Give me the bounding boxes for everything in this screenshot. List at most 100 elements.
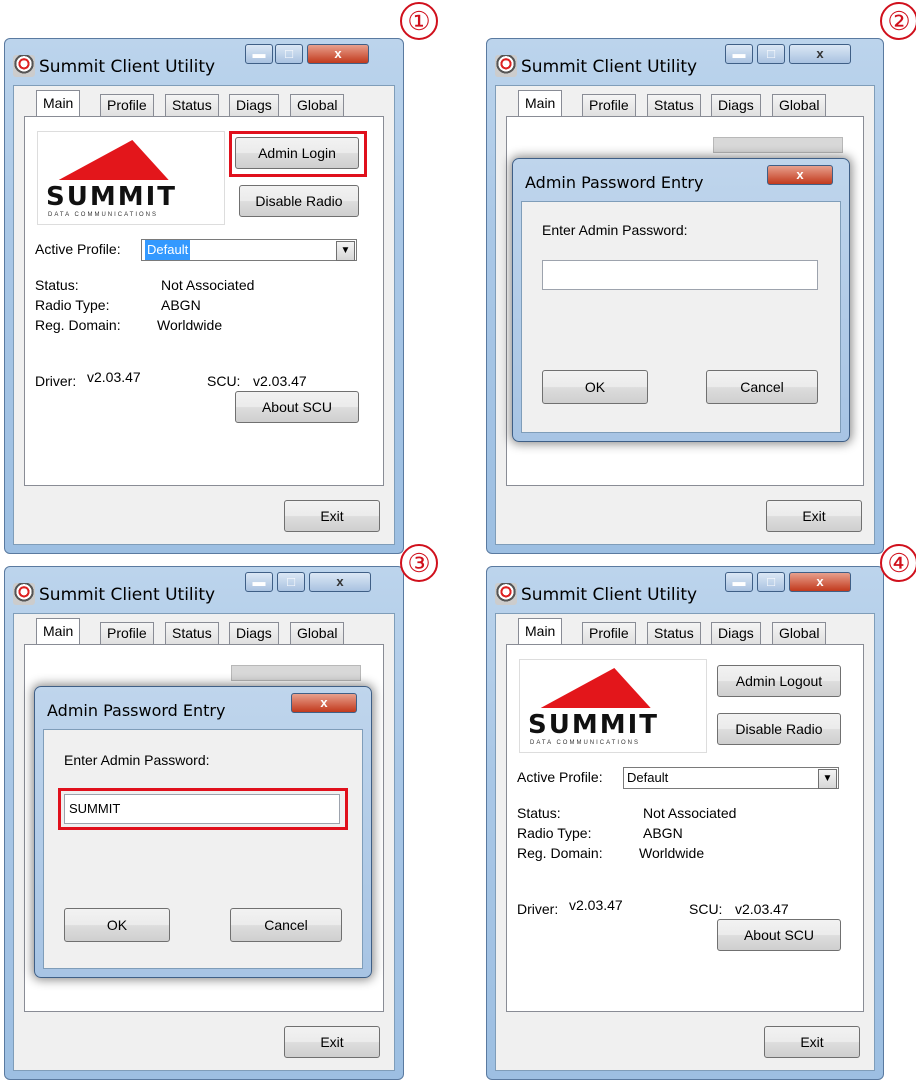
tab-diags[interactable]: Diags	[711, 622, 761, 644]
exit-button[interactable]: Exit	[764, 1026, 860, 1058]
minimize-button[interactable]: ▬	[245, 572, 273, 592]
tab-status[interactable]: Status	[165, 94, 219, 116]
dialog-close-button[interactable]: x	[767, 165, 833, 185]
panel-step-1: Summit Client Utility ▬ □ x Main Profile…	[4, 38, 404, 554]
tab-main[interactable]: Main	[518, 90, 563, 117]
maximize-button[interactable]: □	[757, 572, 785, 592]
radio-type-value: ABGN	[161, 297, 201, 313]
admin-password-dialog: Admin Password Entry x Enter Admin Passw…	[34, 686, 372, 978]
panel-step-4: Summit Client Utility ▬ □ x Main Profile…	[486, 566, 884, 1080]
minimize-button[interactable]: ▬	[725, 572, 753, 592]
tab-main[interactable]: Main	[36, 618, 81, 645]
window-title: Summit Client Utility	[521, 57, 698, 77]
tab-main[interactable]: Main	[518, 618, 563, 645]
minimize-button[interactable]: ▬	[245, 44, 273, 64]
logo-triangle-icon	[540, 668, 670, 708]
password-input[interactable]	[542, 260, 818, 290]
close-button[interactable]: x	[789, 572, 851, 592]
reg-domain-value: Worldwide	[157, 317, 223, 333]
client-area: Main Profile Status Diags Global SUMMIT …	[495, 613, 875, 1071]
scu-window: Summit Client Utility ▬ □ x Main Profile…	[486, 566, 884, 1080]
close-button[interactable]: x	[789, 44, 851, 64]
disable-radio-button[interactable]: Disable Radio	[239, 185, 359, 217]
cancel-button[interactable]: Cancel	[706, 370, 818, 404]
step-3-badge: ③	[400, 544, 438, 582]
tab-profile[interactable]: Profile	[100, 94, 154, 116]
wifi-app-icon	[495, 55, 517, 77]
tab-profile[interactable]: Profile	[582, 622, 636, 644]
reg-domain-label: Reg. Domain:	[35, 317, 121, 333]
dialog-close-button[interactable]: x	[291, 693, 357, 713]
status-label: Status:	[517, 805, 561, 821]
tab-profile[interactable]: Profile	[100, 622, 154, 644]
reg-domain-label: Reg. Domain:	[517, 845, 603, 861]
wifi-app-icon	[13, 55, 35, 77]
ok-button[interactable]: OK	[542, 370, 648, 404]
tab-global[interactable]: Global	[772, 94, 827, 116]
scu-window: Summit Client Utility ▬ □ x Main Profile…	[4, 38, 404, 554]
tab-diags[interactable]: Diags	[229, 622, 279, 644]
tab-global[interactable]: Global	[290, 622, 345, 644]
wifi-app-icon	[13, 583, 35, 605]
tab-status[interactable]: Status	[647, 622, 701, 644]
close-button[interactable]: x	[307, 44, 369, 64]
admin-password-dialog: Admin Password Entry x Enter Admin Passw…	[512, 158, 850, 442]
wifi-app-icon	[495, 583, 517, 605]
cancel-button[interactable]: Cancel	[230, 908, 342, 942]
tab-status[interactable]: Status	[647, 94, 701, 116]
tab-diags[interactable]: Diags	[711, 94, 761, 116]
about-scu-button[interactable]: About SCU	[717, 919, 841, 951]
tab-global[interactable]: Global	[772, 622, 827, 644]
password-prompt: Enter Admin Password:	[64, 752, 210, 768]
chevron-down-icon: ▼	[818, 769, 837, 789]
disable-radio-button[interactable]: Disable Radio	[717, 713, 841, 745]
radio-type-label: Radio Type:	[517, 825, 592, 841]
active-profile-value: Default	[627, 770, 669, 785]
panel-step-2: Summit Client Utility ▬ □ x Main Profile…	[486, 38, 884, 554]
chevron-down-icon: ▼	[336, 241, 355, 261]
obscured-button	[231, 665, 361, 681]
exit-button[interactable]: Exit	[766, 500, 862, 532]
maximize-button[interactable]: □	[275, 44, 303, 64]
exit-button[interactable]: Exit	[284, 500, 380, 532]
step-1-badge: ①	[400, 2, 438, 40]
tab-profile[interactable]: Profile	[582, 94, 636, 116]
obscured-button	[713, 137, 843, 153]
client-area: Main Profile Status Diags Global SUMMIT …	[13, 85, 395, 545]
logo-subtitle: DATA COMMUNICATIONS	[530, 740, 640, 746]
main-tab-body: SUMMIT DATA COMMUNICATIONS Admin Logout …	[506, 644, 864, 1012]
scu-label: SCU:	[207, 373, 241, 389]
tab-status[interactable]: Status	[165, 622, 219, 644]
about-scu-button[interactable]: About SCU	[235, 391, 359, 423]
active-profile-select[interactable]: Default ▼	[141, 239, 357, 261]
minimize-button[interactable]: ▬	[725, 44, 753, 64]
close-button[interactable]: x	[309, 572, 371, 592]
admin-logout-button[interactable]: Admin Logout	[717, 665, 841, 697]
exit-button[interactable]: Exit	[284, 1026, 380, 1058]
tab-main[interactable]: Main	[36, 90, 81, 117]
tab-diags[interactable]: Diags	[229, 94, 279, 116]
step-2-badge: ②	[880, 2, 916, 40]
scu-value: v2.03.47	[253, 373, 307, 389]
active-profile-select[interactable]: Default ▼	[623, 767, 839, 789]
driver-value: v2.03.47	[569, 897, 623, 913]
radio-type-label: Radio Type:	[35, 297, 110, 313]
driver-label: Driver:	[35, 373, 77, 389]
reg-domain-value: Worldwide	[639, 845, 705, 861]
window-title: Summit Client Utility	[39, 57, 216, 77]
maximize-button[interactable]: □	[757, 44, 785, 64]
ok-button[interactable]: OK	[64, 908, 170, 942]
logo-subtitle: DATA COMMUNICATIONS	[48, 212, 158, 218]
dialog-title: Admin Password Entry	[47, 701, 226, 720]
maximize-button[interactable]: □	[277, 572, 305, 592]
radio-type-value: ABGN	[643, 825, 683, 841]
password-input-highlight	[58, 788, 348, 830]
driver-label: Driver:	[517, 901, 559, 917]
status-value: Not Associated	[643, 805, 737, 821]
tab-global[interactable]: Global	[290, 94, 345, 116]
main-tab-body: SUMMIT DATA COMMUNICATIONS Admin Login D…	[24, 116, 384, 486]
dialog-client: Enter Admin Password: SUMMIT OK Cancel	[43, 729, 363, 969]
active-profile-label: Active Profile:	[517, 769, 603, 785]
active-profile-value: Default	[145, 240, 191, 260]
admin-login-highlight	[229, 131, 367, 177]
